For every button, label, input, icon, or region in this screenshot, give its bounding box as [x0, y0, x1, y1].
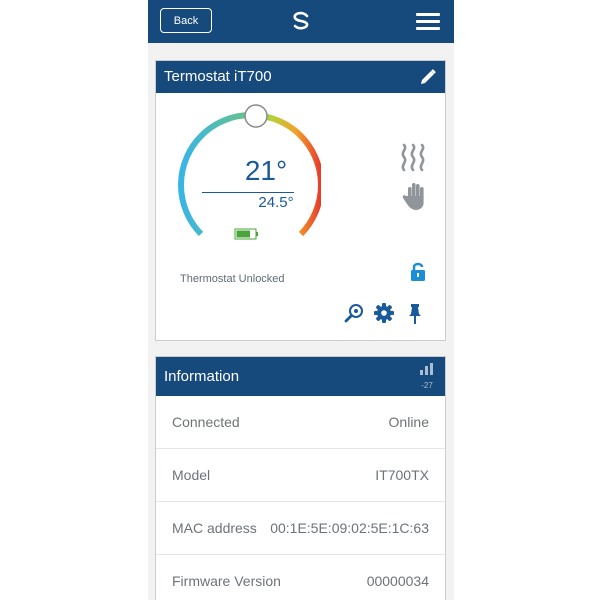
info-row-label: Firmware Version	[172, 573, 281, 589]
info-row-mac-address: MAC address 00:1E:5E:09:02:5E:1C:63	[156, 502, 445, 555]
lock-status-text: Thermostat Unlocked	[180, 273, 285, 285]
info-row-label: Connected	[172, 414, 240, 430]
hand-icon	[402, 183, 424, 210]
back-button[interactable]: Back	[160, 8, 212, 33]
dial-handle[interactable]	[244, 104, 268, 128]
info-row-value: 00000034	[366, 573, 429, 589]
signal-value: -27	[421, 381, 433, 390]
info-row-label: Model	[172, 467, 211, 483]
info-row-model: Model IT700TX	[156, 449, 445, 502]
information-title: Information	[164, 368, 240, 385]
set-temperature: 21°	[244, 155, 288, 186]
top-bar: Back	[148, 0, 454, 43]
search-icon[interactable]	[344, 303, 364, 323]
info-row-label: MAC address	[172, 520, 257, 536]
temperature-divider	[202, 192, 294, 193]
hamburger-menu-icon[interactable]	[416, 13, 440, 31]
info-row-connected: Connected Online	[156, 396, 445, 449]
thermostat-card: Termostat iT700 21° 24.5° Thermostat Unl…	[155, 60, 446, 341]
thermostat-card-header: Termostat iT700	[156, 61, 445, 93]
signal-strength: -27	[419, 362, 435, 390]
heat-icon	[401, 143, 425, 172]
current-temperature: 24.5°	[258, 194, 294, 211]
signal-icon	[420, 363, 433, 375]
app-screen: Back Termostat iT700 21° 24.5° Thermosta…	[148, 0, 454, 600]
gear-icon[interactable]	[374, 303, 394, 323]
info-row-value: IT700TX	[375, 467, 429, 483]
pin-icon[interactable]	[408, 303, 422, 325]
battery-icon	[234, 228, 258, 240]
info-row-value: 00:1E:5E:09:02:5E:1C:63	[270, 520, 429, 536]
edit-icon[interactable]	[419, 68, 437, 86]
battery-fill	[236, 230, 250, 238]
unlock-icon[interactable]	[410, 262, 426, 282]
thermostat-title: Termostat iT700	[164, 68, 272, 85]
salus-logo-icon	[293, 11, 309, 30]
info-row-firmware-version: Firmware Version 00000034	[156, 555, 445, 600]
information-card: Information -27 Connected Online Model I…	[155, 356, 446, 600]
information-card-header: Information -27	[156, 357, 445, 396]
info-row-value: Online	[388, 414, 429, 430]
